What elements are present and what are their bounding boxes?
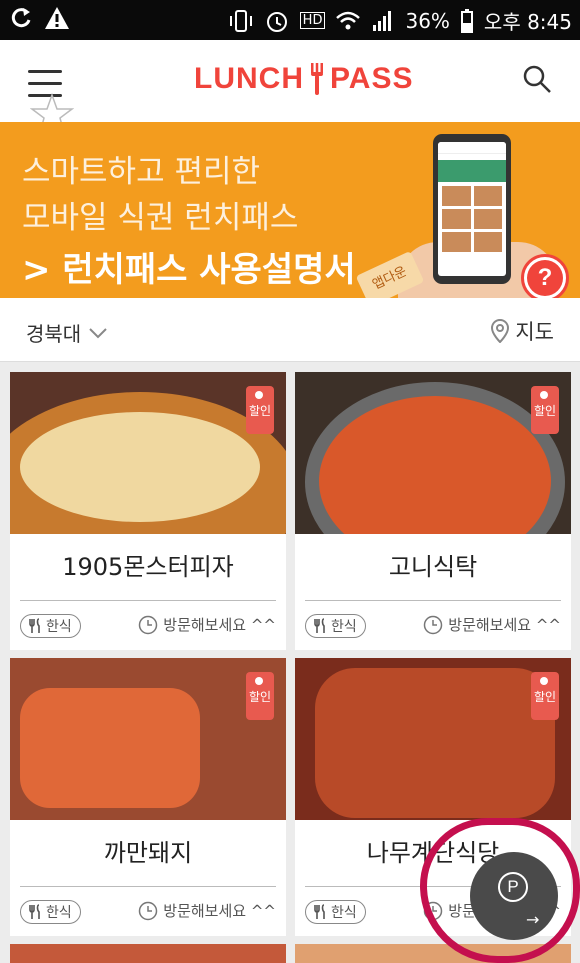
food-photo — [10, 372, 286, 534]
banner-line-1: 스마트하고 편리한 — [22, 154, 261, 190]
status-bar: HD 36% 오후 8:45 — [0, 0, 580, 40]
phone-illustration — [433, 134, 511, 284]
category-badge: 한식 — [20, 900, 81, 924]
logo-text-lunch: LUNCH — [194, 62, 304, 95]
app-logo: LUNCH PASS — [194, 62, 413, 96]
sale-tag: 할인 — [531, 672, 559, 720]
divider — [20, 886, 276, 887]
food-photo — [295, 658, 571, 820]
signal-icon — [373, 10, 392, 31]
category-label: 한식 — [331, 619, 357, 635]
hd-indicator: HD — [299, 12, 326, 29]
search-icon[interactable] — [522, 64, 552, 94]
category-badge: 한식 — [20, 614, 81, 638]
sync-icon — [11, 8, 31, 28]
map-label: 지도 — [515, 320, 554, 344]
category-label: 한식 — [46, 619, 72, 635]
help-button[interactable]: ? — [521, 254, 569, 298]
restaurant-name: 고니식탁 — [388, 553, 478, 581]
location-bar: 경북대 지도 — [0, 298, 580, 362]
clock: 오후 8:45 — [483, 10, 572, 34]
help-icon: ? — [527, 260, 563, 296]
category-badge: 한식 — [305, 900, 366, 924]
restaurant-card[interactable]: 할인 1905몬스터피자 한식 방문해보세요 ^^ — [10, 372, 286, 650]
divider — [305, 600, 561, 601]
promo-banner[interactable]: 스마트하고 편리한 모바일 식권 런치패스 > 런치패스 사용설명서 앱다운 ? — [0, 122, 580, 298]
restaurant-name: 까만돼지 — [103, 839, 193, 867]
location-name: 경북대 — [26, 322, 82, 346]
utensils-icon — [314, 904, 325, 919]
visit-info: 방문해보세요 ^^ — [423, 614, 561, 635]
sale-tag: 할인 — [246, 386, 274, 434]
fork-icon — [311, 63, 323, 95]
wifi-icon — [336, 11, 361, 29]
banner-cta-link[interactable]: > 런치패스 사용설명서 — [22, 242, 356, 291]
visit-info: 방문해보세요 ^^ — [138, 614, 276, 635]
visit-label: 방문해보세요 ^^ — [163, 902, 276, 920]
battery-percent: 36% — [405, 8, 450, 33]
logo-text-pass: PASS — [330, 62, 414, 95]
restaurant-card[interactable] — [10, 944, 286, 963]
map-button[interactable]: 지도 — [491, 316, 554, 346]
utensils-icon — [29, 904, 40, 919]
sale-tag: 할인 — [246, 672, 274, 720]
chevron-down-icon — [89, 327, 107, 338]
category-badge: 한식 — [305, 614, 366, 638]
visit-label: 방문해보세요 ^^ — [163, 616, 276, 634]
clock-icon — [139, 901, 158, 920]
battery-icon — [460, 8, 473, 33]
banner-line-2: 모바일 식권 런치패스 — [22, 200, 299, 236]
warning-icon — [45, 7, 69, 29]
highlight-annotation — [420, 818, 580, 963]
food-photo — [295, 372, 571, 534]
map-pin-icon — [491, 319, 510, 343]
alarm-icon — [266, 11, 287, 32]
category-label: 한식 — [46, 905, 72, 921]
divider — [20, 600, 276, 601]
clock-icon — [139, 615, 158, 634]
utensils-icon — [314, 618, 325, 633]
restaurant-card[interactable]: 할인 까만돼지 한식 방문해보세요 ^^ — [10, 658, 286, 936]
visit-info: 방문해보세요 ^^ — [138, 900, 276, 921]
category-label: 한식 — [331, 905, 357, 921]
food-photo — [10, 658, 286, 820]
visit-label: 방문해보세요 ^^ — [448, 616, 561, 634]
restaurant-name: 1905몬스터피자 — [62, 553, 234, 581]
sale-tag: 할인 — [531, 386, 559, 434]
app-header: LUNCH PASS — [0, 40, 580, 135]
clock-icon — [424, 615, 443, 634]
utensils-icon — [29, 618, 40, 633]
vibrate-icon — [229, 9, 252, 32]
location-selector[interactable]: 경북대 — [26, 318, 107, 347]
restaurant-card[interactable]: 할인 고니식탁 한식 방문해보세요 ^^ — [295, 372, 571, 650]
